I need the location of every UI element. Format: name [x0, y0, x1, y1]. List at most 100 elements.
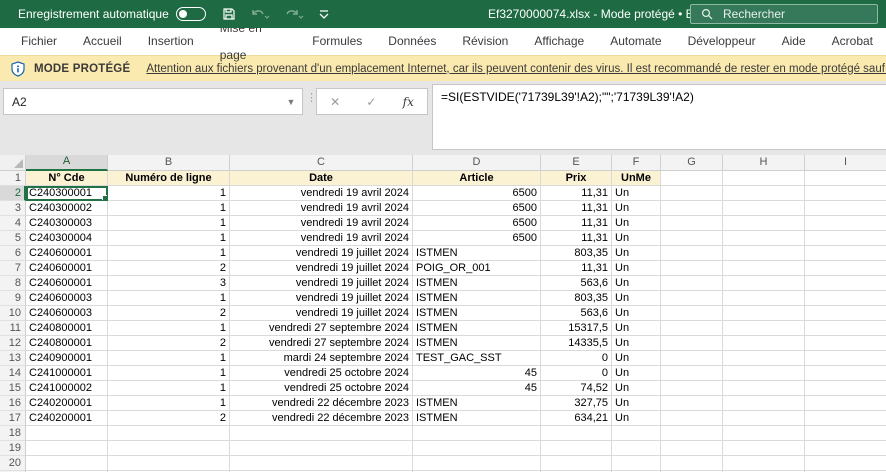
cell-C19[interactable] [230, 441, 413, 456]
cell-B1[interactable]: Numéro de ligne [108, 171, 230, 186]
tab-formules[interactable]: Formules [299, 28, 375, 55]
cell-E3[interactable]: 11,31 [541, 201, 612, 216]
cell-D6[interactable]: ISTMEN [413, 246, 541, 261]
row-header-6[interactable]: 6 [0, 246, 26, 261]
cell-C3[interactable]: vendredi 19 avril 2024 [230, 201, 413, 216]
cell-D7[interactable]: POIG_OR_001 [413, 261, 541, 276]
cell-A20[interactable] [26, 456, 108, 471]
enter-icon[interactable]: ✓ [366, 95, 376, 109]
cell-A10[interactable]: C240600003 [26, 306, 108, 321]
cell-B13[interactable]: 1 [108, 351, 230, 366]
row-header-15[interactable]: 15 [0, 381, 26, 396]
cell-B7[interactable]: 2 [108, 261, 230, 276]
cell-H20[interactable] [723, 456, 805, 471]
cell-D2[interactable]: 6500 [413, 186, 541, 201]
cell-E9[interactable]: 803,35 [541, 291, 612, 306]
tab-fichier[interactable]: Fichier [8, 28, 70, 55]
cell-D17[interactable]: ISTMEN [413, 411, 541, 426]
cell-I18[interactable] [805, 426, 886, 441]
cell-D10[interactable]: ISTMEN [413, 306, 541, 321]
cell-G19[interactable] [661, 441, 723, 456]
cell-E5[interactable]: 11,31 [541, 231, 612, 246]
cell-D15[interactable]: 45 [413, 381, 541, 396]
cell-C7[interactable]: vendredi 19 juillet 2024 [230, 261, 413, 276]
cell-E2[interactable]: 11,31 [541, 186, 612, 201]
name-box-dropdown-icon[interactable]: ▼ [280, 97, 302, 107]
cell-A19[interactable] [26, 441, 108, 456]
cell-D4[interactable]: 6500 [413, 216, 541, 231]
cell-B6[interactable]: 1 [108, 246, 230, 261]
cell-H9[interactable] [723, 291, 805, 306]
cell-B10[interactable]: 2 [108, 306, 230, 321]
cell-D18[interactable] [413, 426, 541, 441]
cell-D11[interactable]: ISTMEN [413, 321, 541, 336]
cell-H1[interactable] [723, 171, 805, 186]
cell-I8[interactable] [805, 276, 886, 291]
tab-révision[interactable]: Révision [449, 28, 521, 55]
cell-F20[interactable] [612, 456, 661, 471]
cell-B15[interactable]: 1 [108, 381, 230, 396]
row-header-9[interactable]: 9 [0, 291, 26, 306]
cell-A11[interactable]: C240800001 [26, 321, 108, 336]
row-header-16[interactable]: 16 [0, 396, 26, 411]
cell-A15[interactable]: C241000002 [26, 381, 108, 396]
row-header-4[interactable]: 4 [0, 216, 26, 231]
cell-A5[interactable]: C240300004 [26, 231, 108, 246]
cell-I16[interactable] [805, 396, 886, 411]
row-header-2[interactable]: 2 [0, 186, 26, 201]
save-icon[interactable] [222, 7, 236, 21]
cell-C9[interactable]: vendredi 19 juillet 2024 [230, 291, 413, 306]
cell-A4[interactable]: C240300003 [26, 216, 108, 231]
cell-F15[interactable]: Un [612, 381, 661, 396]
cell-H12[interactable] [723, 336, 805, 351]
cell-B8[interactable]: 3 [108, 276, 230, 291]
cell-A9[interactable]: C240600003 [26, 291, 108, 306]
column-header-H[interactable]: H [723, 155, 805, 171]
formula-input[interactable]: =SI(ESTVIDE('71739L39'!A2);"";'71739L39'… [432, 84, 886, 150]
cell-I11[interactable] [805, 321, 886, 336]
cell-B2[interactable]: 1 [108, 186, 230, 201]
cell-A17[interactable]: C240200001 [26, 411, 108, 426]
row-header-19[interactable]: 19 [0, 441, 26, 456]
cell-G6[interactable] [661, 246, 723, 261]
row-header-8[interactable]: 8 [0, 276, 26, 291]
cell-E4[interactable]: 11,31 [541, 216, 612, 231]
cell-A12[interactable]: C240800001 [26, 336, 108, 351]
cell-B18[interactable] [108, 426, 230, 441]
cell-F8[interactable]: Un [612, 276, 661, 291]
cell-B16[interactable]: 1 [108, 396, 230, 411]
cell-A18[interactable] [26, 426, 108, 441]
cell-C8[interactable]: vendredi 19 juillet 2024 [230, 276, 413, 291]
column-header-A[interactable]: A [26, 155, 108, 171]
row-header-18[interactable]: 18 [0, 426, 26, 441]
cell-B17[interactable]: 2 [108, 411, 230, 426]
cell-E1[interactable]: Prix [541, 171, 612, 186]
cell-E20[interactable] [541, 456, 612, 471]
cell-A14[interactable]: C241000001 [26, 366, 108, 381]
cell-E8[interactable]: 563,6 [541, 276, 612, 291]
cell-E16[interactable]: 327,75 [541, 396, 612, 411]
cell-E11[interactable]: 15317,5 [541, 321, 612, 336]
cell-F9[interactable]: Un [612, 291, 661, 306]
column-header-C[interactable]: C [230, 155, 413, 171]
cell-B19[interactable] [108, 441, 230, 456]
cell-D9[interactable]: ISTMEN [413, 291, 541, 306]
cell-C6[interactable]: vendredi 19 juillet 2024 [230, 246, 413, 261]
cell-B9[interactable]: 1 [108, 291, 230, 306]
cell-H16[interactable] [723, 396, 805, 411]
cell-I7[interactable] [805, 261, 886, 276]
cell-E17[interactable]: 634,21 [541, 411, 612, 426]
tab-affichage[interactable]: Affichage [521, 28, 597, 55]
row-header-5[interactable]: 5 [0, 231, 26, 246]
cell-B5[interactable]: 1 [108, 231, 230, 246]
cell-B4[interactable]: 1 [108, 216, 230, 231]
cell-F10[interactable]: Un [612, 306, 661, 321]
column-header-D[interactable]: D [413, 155, 541, 171]
cell-I1[interactable] [805, 171, 886, 186]
cell-C17[interactable]: vendredi 22 décembre 2023 [230, 411, 413, 426]
cell-B12[interactable]: 2 [108, 336, 230, 351]
column-header-I[interactable]: I [805, 155, 886, 171]
cell-F3[interactable]: Un [612, 201, 661, 216]
banner-message-link[interactable]: Attention aux fichiers provenant d'un em… [146, 63, 886, 75]
cell-D3[interactable]: 6500 [413, 201, 541, 216]
